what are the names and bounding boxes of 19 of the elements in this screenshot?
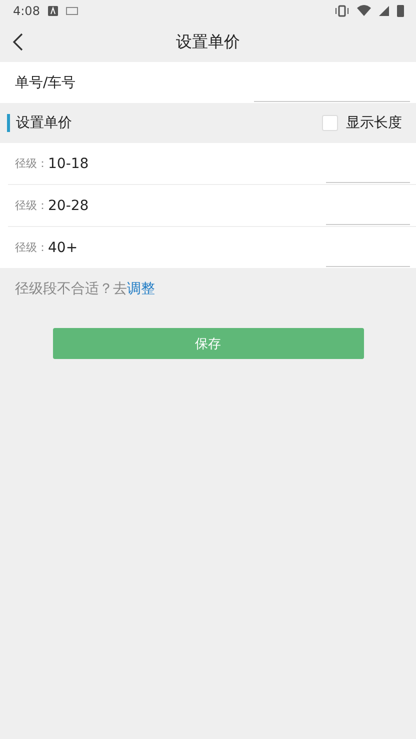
status-time: 4:08 (13, 4, 40, 18)
section-marker (7, 114, 10, 132)
signal-icon (379, 6, 389, 16)
save-button[interactable]: 保存 (52, 328, 364, 359)
section-title: 设置单价 (16, 114, 73, 132)
grade-label: 径级： (15, 240, 48, 255)
page-title: 设置单价 (176, 32, 240, 52)
vibrate-icon (335, 5, 349, 17)
grade-range: 10-18 (48, 156, 90, 172)
grade-range: 20-28 (48, 198, 90, 214)
grade-label: 径级： (15, 198, 48, 213)
show-length-checkbox[interactable]: 显示长度 (322, 114, 402, 132)
battery-icon (397, 5, 404, 17)
grade-range: 40+ (48, 240, 79, 256)
hint-text: 径级段不合适？去调整 (14, 280, 156, 299)
wifi-icon (357, 5, 371, 17)
adjust-link[interactable]: 调整 (127, 281, 155, 297)
grade-label: 径级： (15, 156, 48, 171)
field-label: 单号/车号 (15, 74, 77, 92)
